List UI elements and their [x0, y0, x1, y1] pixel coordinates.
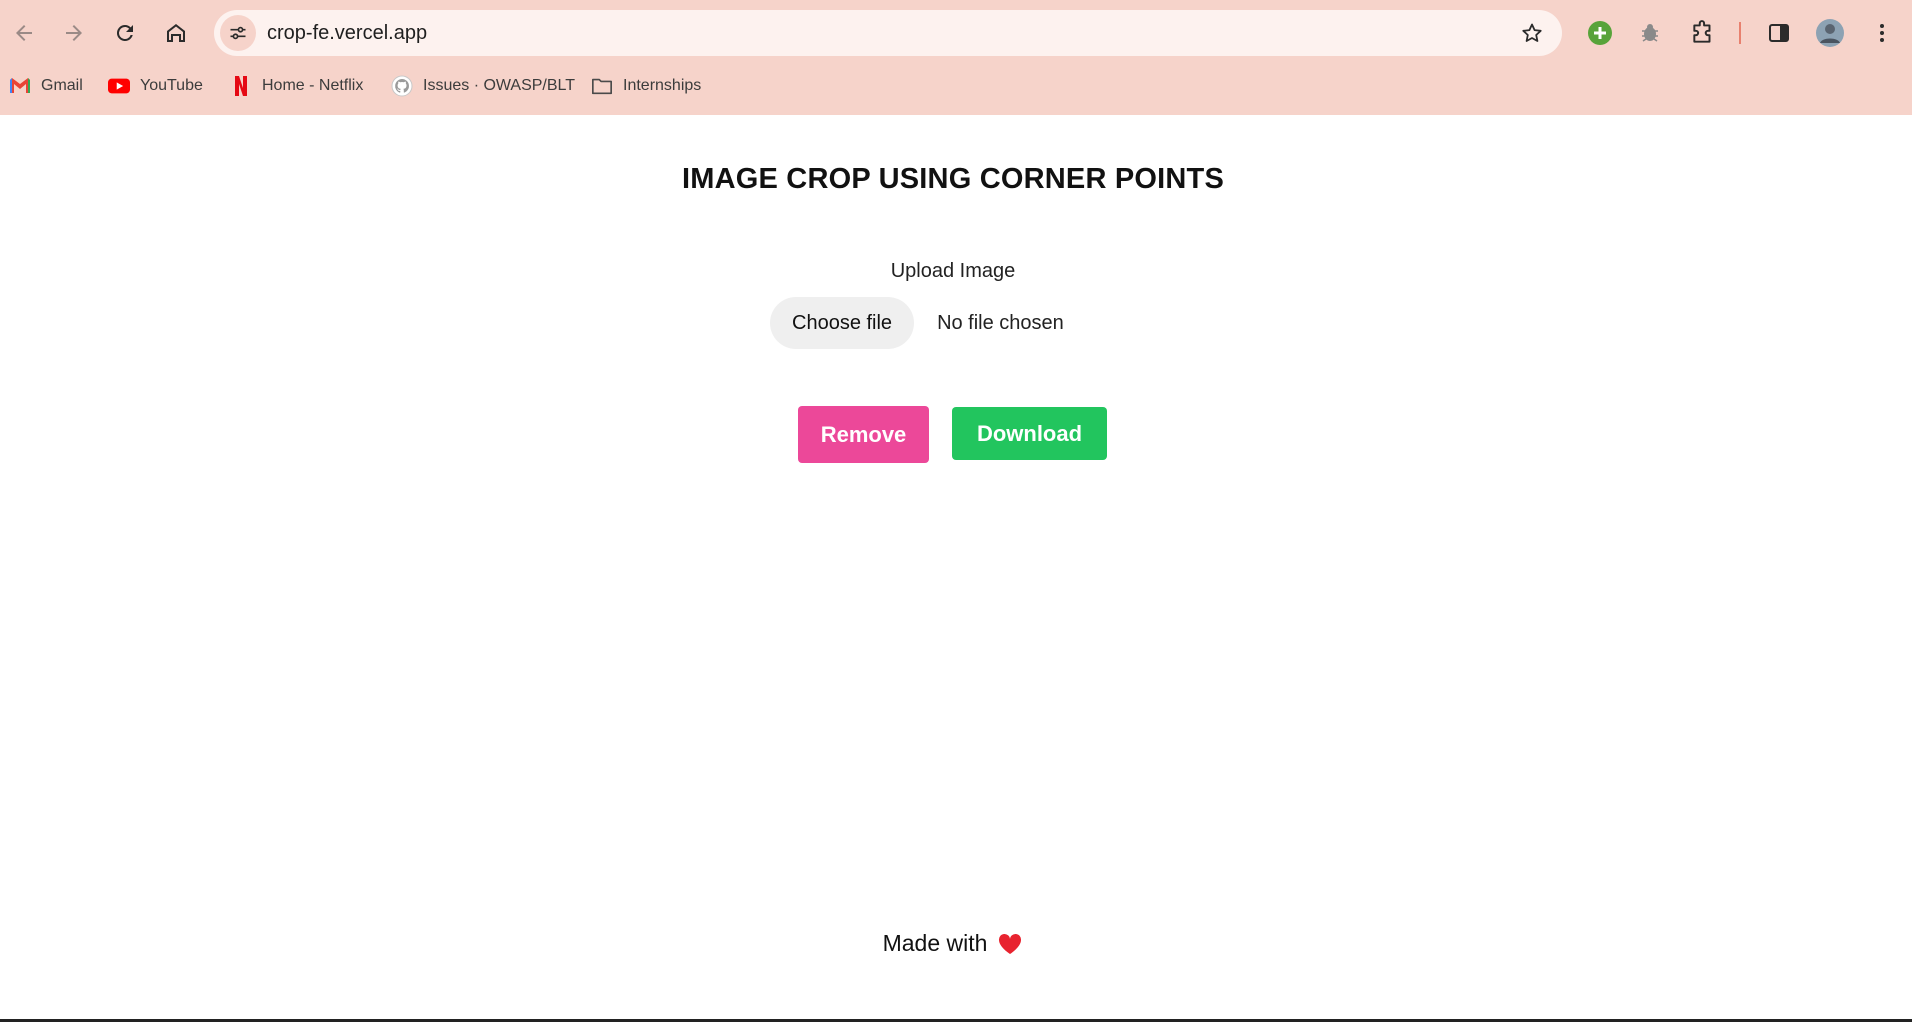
footer: Made with: [0, 930, 1906, 957]
browser-chrome: crop-fe.vercel.app Gmail YouTube Home - …: [0, 0, 1912, 115]
address-bar[interactable]: crop-fe.vercel.app: [214, 10, 1562, 56]
bug-icon: [1642, 24, 1658, 42]
bookmark-label: YouTube: [140, 77, 203, 94]
forward-button[interactable]: [52, 11, 96, 55]
reload-icon: [116, 24, 133, 41]
menu-button[interactable]: [1865, 16, 1899, 50]
bookmark-youtube[interactable]: YouTube: [108, 68, 203, 104]
side-panel-button[interactable]: [1762, 16, 1796, 50]
arrow-right-icon: [66, 25, 82, 41]
avatar: [1816, 19, 1844, 47]
bookmark-gmail[interactable]: Gmail: [9, 68, 83, 104]
upload-label: Upload Image: [890, 260, 1016, 282]
youtube-icon: [108, 75, 130, 97]
file-input[interactable]: Choose file No file chosen: [770, 297, 1064, 349]
extension-button-green[interactable]: [1583, 16, 1617, 50]
site-info-button[interactable]: [220, 15, 256, 51]
bookmark-star-button[interactable]: [1518, 19, 1546, 47]
profile-button[interactable]: [1813, 16, 1847, 50]
home-button[interactable]: [154, 11, 198, 55]
tune-icon: [230, 26, 246, 40]
netflix-icon: [230, 75, 252, 97]
download-button[interactable]: Download: [952, 407, 1107, 460]
page-content: IMAGE CROP USING CORNER POINTS Upload Im…: [0, 115, 1912, 1022]
reload-button[interactable]: [103, 11, 147, 55]
toolbar-divider: [1739, 22, 1741, 44]
bookmark-label: Internships: [623, 77, 702, 94]
bookmark-label: Home - Netflix: [262, 77, 364, 94]
star-icon: [1522, 23, 1542, 42]
url-text[interactable]: crop-fe.vercel.app: [267, 10, 427, 56]
gmail-icon: [9, 75, 31, 97]
extension-button-bug[interactable]: [1633, 16, 1667, 50]
back-button[interactable]: [2, 11, 46, 55]
bookmarks-bar: Gmail YouTube Home - Netflix Issues · OW…: [0, 68, 1912, 104]
home-icon: [167, 24, 185, 42]
bookmark-label: Issues · OWASP/BLT: [423, 77, 576, 94]
heart-icon: [997, 932, 1023, 956]
choose-file-button[interactable]: Choose file: [770, 297, 915, 349]
side-panel-icon: [1769, 24, 1789, 42]
puzzle-icon: [1693, 20, 1711, 43]
remove-button[interactable]: Remove: [798, 406, 929, 463]
extensions-button[interactable]: [1686, 16, 1720, 50]
bookmark-owasp[interactable]: Issues · OWASP/BLT: [391, 68, 575, 104]
bookmark-label: Gmail: [41, 77, 83, 94]
browser-toolbar: crop-fe.vercel.app: [0, 8, 1912, 58]
folder-icon: [591, 75, 613, 97]
arrow-left-icon: [16, 25, 32, 41]
bookmark-internships[interactable]: Internships: [591, 68, 701, 104]
more-vert-icon: [1880, 24, 1884, 42]
bookmark-netflix[interactable]: Home - Netflix: [230, 68, 363, 104]
page-title: IMAGE CROP USING CORNER POINTS: [681, 163, 1225, 195]
file-status: No file chosen: [937, 311, 1064, 334]
github-icon: [391, 75, 413, 97]
footer-text: Made with: [882, 930, 988, 956]
plus-circle-icon: [1588, 21, 1612, 45]
